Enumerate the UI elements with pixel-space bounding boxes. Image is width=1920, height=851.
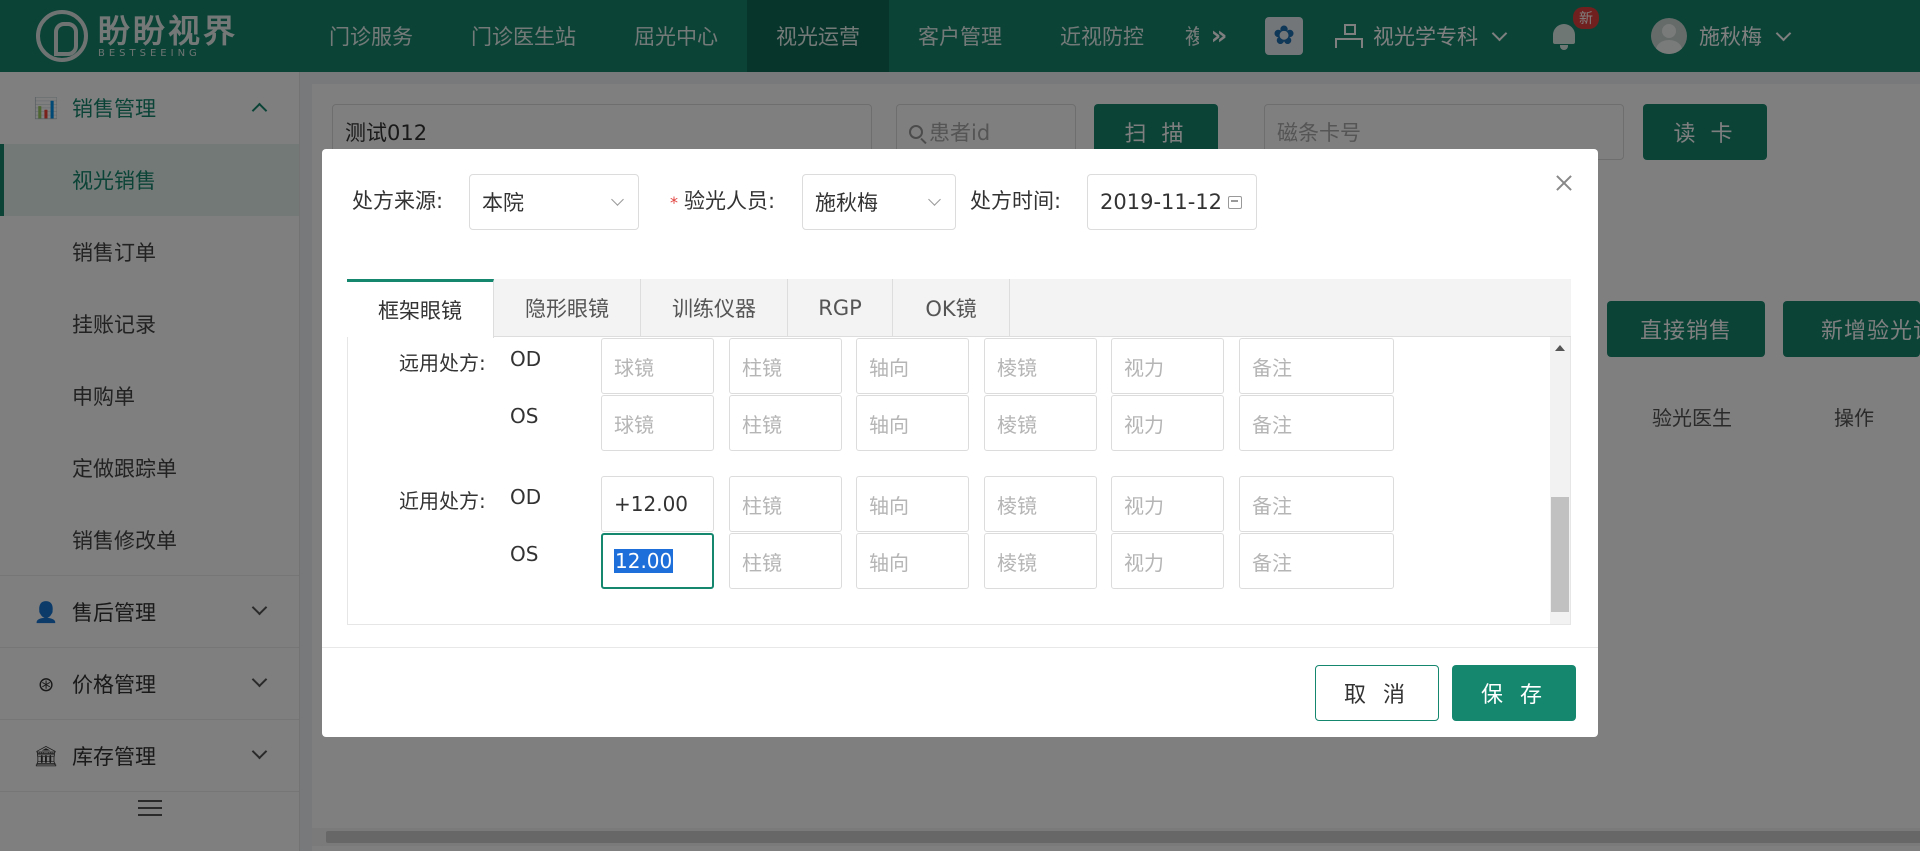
- tab-rgp[interactable]: RGP: [788, 279, 893, 337]
- eye-od-label: OD: [510, 485, 542, 509]
- chevron-down-icon: [928, 193, 941, 206]
- near-os-notes-input[interactable]: 备注: [1239, 533, 1394, 589]
- far-os-notes-input[interactable]: 备注: [1239, 395, 1394, 451]
- selected-text: 12.00: [614, 549, 674, 573]
- eye-os-label: OS: [510, 404, 539, 428]
- near-os-prism-input[interactable]: 棱镜: [984, 533, 1097, 589]
- far-od-notes-input[interactable]: 备注: [1239, 338, 1394, 394]
- dialog-footer-divider: [322, 647, 1598, 648]
- scrollbar-thumb[interactable]: [1551, 497, 1569, 612]
- vertical-scrollbar[interactable]: [1550, 337, 1570, 624]
- near-os-sphere-input[interactable]: 12.00: [601, 533, 714, 589]
- eye-os-label: OS: [510, 542, 539, 566]
- optometrist-select[interactable]: 施秋梅: [802, 174, 956, 230]
- near-os-cylinder-input[interactable]: 柱镜: [729, 533, 842, 589]
- near-od-notes-input[interactable]: 备注: [1239, 476, 1394, 532]
- far-os-vision-input[interactable]: 视力: [1111, 395, 1224, 451]
- optometrist-label: * 验光人员:: [670, 189, 776, 213]
- tab-frame-glasses[interactable]: 框架眼镜: [347, 279, 494, 338]
- tab-contact-lenses[interactable]: 隐形眼镜: [494, 279, 641, 337]
- source-select[interactable]: 本院: [469, 174, 639, 230]
- far-os-sphere-input[interactable]: 球镜: [601, 395, 714, 451]
- near-od-sphere-input[interactable]: +12.00: [601, 476, 714, 532]
- far-od-vision-input[interactable]: 视力: [1111, 338, 1224, 394]
- near-od-axis-input[interactable]: 轴向: [856, 476, 969, 532]
- tab-ok-lens[interactable]: OK镜: [893, 279, 1010, 337]
- scroll-up-icon[interactable]: [1555, 345, 1565, 351]
- lens-type-tabs: 框架眼镜 隐形眼镜 训练仪器 RGP OK镜: [347, 279, 1571, 338]
- source-label: 处方来源:: [352, 189, 444, 213]
- prescription-time-label: 处方时间:: [970, 189, 1062, 213]
- calendar-icon: [1228, 196, 1242, 209]
- cancel-button[interactable]: 取 消: [1315, 665, 1439, 721]
- tab-training-devices[interactable]: 训练仪器: [641, 279, 788, 337]
- close-icon[interactable]: [1552, 171, 1576, 195]
- far-od-cylinder-input[interactable]: 柱镜: [729, 338, 842, 394]
- far-od-sphere-input[interactable]: 球镜: [601, 338, 714, 394]
- far-od-prism-input[interactable]: 棱镜: [984, 338, 1097, 394]
- near-od-prism-input[interactable]: 棱镜: [984, 476, 1097, 532]
- chevron-down-icon: [611, 193, 624, 206]
- far-prescription-label: 远用处方:: [399, 351, 486, 375]
- near-os-vision-input[interactable]: 视力: [1111, 533, 1224, 589]
- far-os-axis-input[interactable]: 轴向: [856, 395, 969, 451]
- near-od-cylinder-input[interactable]: 柱镜: [729, 476, 842, 532]
- far-od-axis-input[interactable]: 轴向: [856, 338, 969, 394]
- far-os-cylinder-input[interactable]: 柱镜: [729, 395, 842, 451]
- near-prescription-label: 近用处方:: [399, 489, 486, 513]
- prescription-panel: 远用处方: OD 球镜 柱镜 轴向 棱镜 视力 备注 OS 球镜 柱镜 轴向 棱…: [347, 337, 1571, 625]
- eye-od-label: OD: [510, 347, 542, 371]
- near-os-axis-input[interactable]: 轴向: [856, 533, 969, 589]
- far-os-prism-input[interactable]: 棱镜: [984, 395, 1097, 451]
- near-od-vision-input[interactable]: 视力: [1111, 476, 1224, 532]
- save-button[interactable]: 保 存: [1452, 665, 1576, 721]
- prescription-date-picker[interactable]: 2019-11-12: [1087, 174, 1257, 230]
- prescription-dialog: 处方来源: 本院 * 验光人员: 施秋梅 处方时间: 2019-11-12 框架眼…: [322, 149, 1598, 737]
